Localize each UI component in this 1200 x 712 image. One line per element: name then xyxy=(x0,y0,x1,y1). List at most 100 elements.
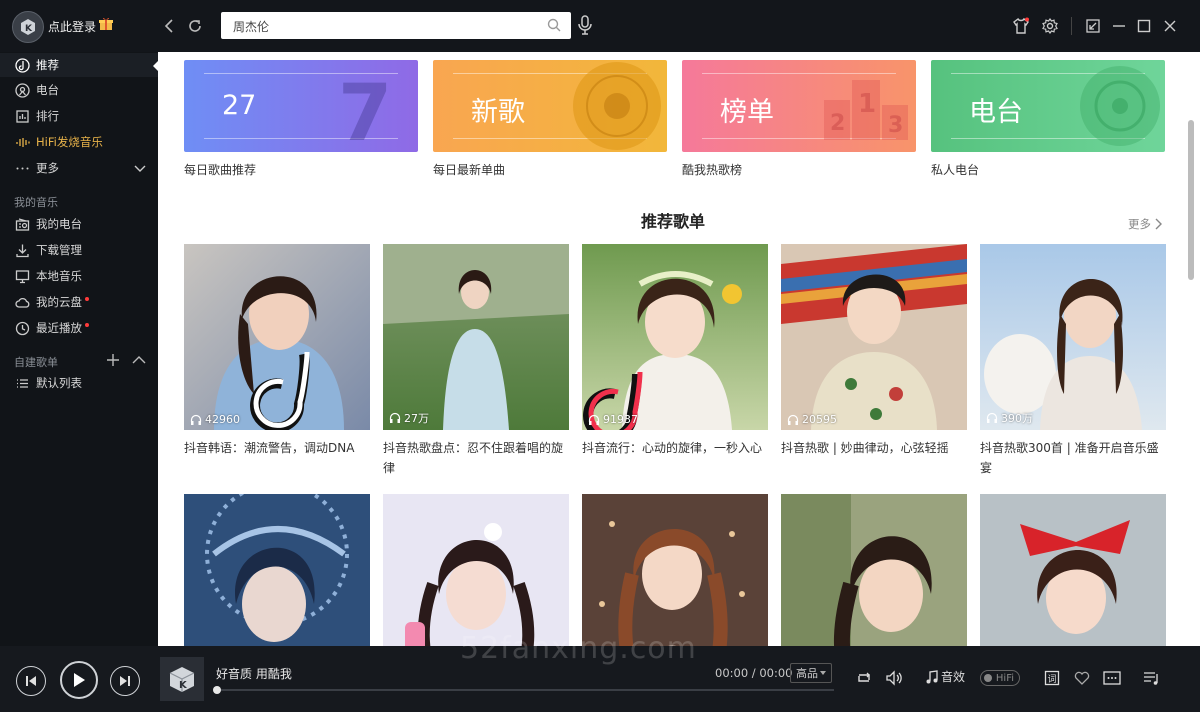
playlist-card[interactable]: 91937 抖音流行：心动的旋律，一秒入心 xyxy=(582,244,768,478)
search-box[interactable] xyxy=(221,12,571,41)
sidebar-item-recent[interactable]: 最近播放 xyxy=(14,317,89,339)
sound-effects-button[interactable]: 音效 xyxy=(926,668,965,685)
playlist-cover[interactable]: 27万 xyxy=(383,244,569,430)
chart-icon xyxy=(14,108,30,124)
refresh-button[interactable] xyxy=(185,16,205,36)
sidebar-item-recommend[interactable]: 推荐 xyxy=(14,54,59,76)
next-button[interactable] xyxy=(110,666,140,696)
playlist-card[interactable] xyxy=(383,494,569,646)
chevron-left-icon xyxy=(164,19,173,33)
banner-caption[interactable]: 每日歌曲推荐 xyxy=(184,161,256,178)
playlist-card[interactable] xyxy=(184,494,370,646)
loop-mode-button[interactable] xyxy=(854,668,874,688)
sidebar-item-label: 推荐 xyxy=(36,58,59,72)
playlist-cover[interactable] xyxy=(383,494,569,646)
mini-mode-button[interactable] xyxy=(1082,15,1104,37)
playlist-card[interactable] xyxy=(980,494,1166,646)
progress-handle[interactable] xyxy=(213,686,221,694)
minimize-button[interactable] xyxy=(1108,15,1130,37)
search-icon[interactable] xyxy=(547,18,561,32)
banner-radio[interactable]: 电台 xyxy=(931,60,1165,152)
playlist-card[interactable]: 42960 抖音韩语：潮流警告，调动DNA xyxy=(184,244,370,478)
minimize-icon xyxy=(1113,25,1125,27)
playlist-title[interactable]: 抖音流行：心动的旋律，一秒入心 xyxy=(582,438,768,478)
playlist-cover[interactable] xyxy=(781,494,967,646)
banner-caption[interactable]: 每日最新单曲 xyxy=(433,161,505,178)
search-input[interactable] xyxy=(231,12,535,41)
playlist-cover[interactable] xyxy=(582,494,768,646)
maximize-button[interactable] xyxy=(1133,15,1155,37)
hifi-toggle-label: HiFi xyxy=(995,672,1014,684)
now-playing-cover[interactable]: K xyxy=(160,657,204,701)
sidebar-item-label: 默认列表 xyxy=(36,376,82,390)
podium-icon: 213 xyxy=(824,80,908,140)
microphone-icon[interactable] xyxy=(577,14,593,36)
playlist-title[interactable]: 抖音热歌盘点：忍不住跟着唱的旋律 xyxy=(383,438,569,478)
playlist-cover[interactable]: 20595 xyxy=(781,244,967,430)
headphones-icon xyxy=(787,414,799,425)
sidebar-item-cloud[interactable]: 我的云盘 xyxy=(14,291,89,313)
sidebar-item-default-list[interactable]: 默认列表 xyxy=(14,372,82,394)
more-label: 更多 xyxy=(1128,217,1151,231)
volume-button[interactable] xyxy=(884,668,904,688)
sidebar-item-local[interactable]: 本地音乐 xyxy=(14,265,82,287)
playlist-title[interactable]: 抖音热歌 | 妙曲律动，心弦轻摇 xyxy=(781,438,967,478)
banner-charts[interactable]: 213 榜单 xyxy=(682,60,916,152)
sidebar-item-hifi[interactable]: HiFi发烧音乐 xyxy=(14,131,103,153)
previous-button[interactable] xyxy=(16,666,46,696)
like-button[interactable] xyxy=(1072,668,1092,688)
playlist-card[interactable] xyxy=(781,494,967,646)
banner-title: 27 xyxy=(222,90,257,121)
music-note-icon xyxy=(926,669,938,683)
playlist-cover[interactable] xyxy=(184,494,370,646)
sidebar-item-radio[interactable]: 电台 xyxy=(14,79,59,101)
close-button[interactable] xyxy=(1159,15,1181,37)
sidebar: 推荐 电台 排行 HiFi发烧音乐 更多 我的音乐 我的电台 下载管理 本地音乐… xyxy=(0,52,159,646)
lyrics-button[interactable]: 词 xyxy=(1042,668,1062,688)
svg-text:词: 词 xyxy=(1048,674,1057,685)
playlist-title[interactable]: 抖音热歌300首 | 准备开启音乐盛宴 xyxy=(980,438,1166,478)
banner-new-songs[interactable]: 新歌 xyxy=(433,60,667,152)
banner-caption[interactable]: 酷我热歌榜 xyxy=(682,161,742,178)
playlist-cover[interactable]: 91937 xyxy=(582,244,768,430)
playlist-card[interactable]: 390万 抖音热歌300首 | 准备开启音乐盛宴 xyxy=(980,244,1166,478)
chevron-up-icon[interactable] xyxy=(132,354,146,366)
playlist-card[interactable]: 27万 抖音热歌盘点：忍不住跟着唱的旋律 xyxy=(383,244,569,478)
add-playlist-icon[interactable] xyxy=(106,353,120,367)
playlist-card[interactable] xyxy=(582,494,768,646)
settings-button[interactable] xyxy=(1039,15,1061,37)
skin-button[interactable] xyxy=(1010,15,1032,37)
banner-caption[interactable]: 私人电台 xyxy=(931,161,979,178)
headphones-icon xyxy=(588,414,600,425)
playlist-title[interactable]: 抖音韩语：潮流警告，调动DNA xyxy=(184,438,370,478)
playlist-cover[interactable]: 390万 xyxy=(980,244,1166,430)
sidebar-item-download[interactable]: 下载管理 xyxy=(14,239,82,261)
more-dots-icon xyxy=(14,160,30,176)
sidebar-item-my-radio[interactable]: 我的电台 xyxy=(14,213,82,235)
login-link[interactable]: 点此登录 xyxy=(48,18,96,35)
playlist-queue-button[interactable] xyxy=(1142,668,1162,688)
svg-text:2: 2 xyxy=(830,111,845,136)
playlist-cover[interactable]: 42960 xyxy=(184,244,370,430)
maximize-icon xyxy=(1137,19,1151,33)
more-link[interactable]: 更多 xyxy=(1128,216,1162,232)
sidebar-item-chart[interactable]: 排行 xyxy=(14,105,59,127)
more-options-button[interactable] xyxy=(1102,668,1122,688)
playlist-cover[interactable] xyxy=(980,494,1166,646)
sidebar-item-more[interactable]: 更多 xyxy=(14,157,146,179)
playlist-icon xyxy=(1144,672,1158,685)
gift-icon[interactable] xyxy=(98,16,114,32)
watermark-text: 52fanxing.com xyxy=(460,631,697,666)
hifi-icon xyxy=(14,134,30,150)
hifi-toggle[interactable]: HiFi xyxy=(980,670,1020,686)
quality-select[interactable]: 高品 xyxy=(790,663,832,683)
banner-daily[interactable]: 7 27 xyxy=(184,60,418,152)
play-button[interactable] xyxy=(60,661,98,699)
svg-text:3: 3 xyxy=(888,113,903,138)
progress-bar[interactable] xyxy=(214,689,834,691)
play-count: 91937 xyxy=(588,413,638,426)
avatar[interactable]: K xyxy=(12,11,44,43)
scrollbar-thumb[interactable] xyxy=(1188,120,1194,280)
back-button[interactable] xyxy=(159,16,179,36)
playlist-card[interactable]: 20595 抖音热歌 | 妙曲律动，心弦轻摇 xyxy=(781,244,967,478)
